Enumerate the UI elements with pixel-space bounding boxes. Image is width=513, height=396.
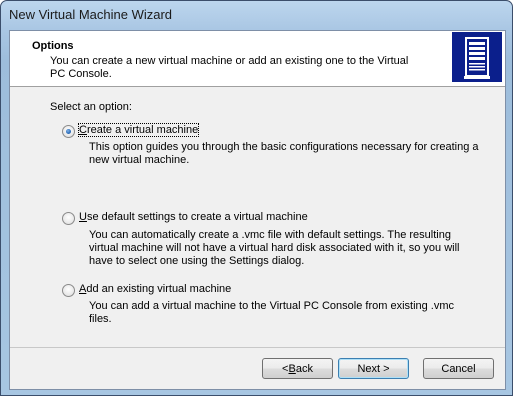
title-bar[interactable]: New Virtual Machine Wizard (1, 1, 512, 31)
resize-grip[interactable] (504, 387, 512, 395)
back-button[interactable]: < Back (262, 358, 333, 379)
window-title: New Virtual Machine Wizard (9, 7, 173, 22)
next-button[interactable]: Next > (338, 358, 409, 379)
radio-default-settings[interactable] (62, 212, 75, 225)
wizard-client-area: Options You can create a new virtual mac… (9, 30, 506, 390)
option-default-settings-label[interactable]: Use default settings to create a virtual… (79, 211, 308, 223)
wizard-body: Select an option: Create a virtual machi… (10, 87, 505, 347)
wizard-window: New Virtual Machine Wizard Options You c… (0, 0, 513, 396)
option-add-existing-label[interactable]: Add an existing virtual machine (79, 283, 231, 295)
server-tower-icon (452, 32, 502, 82)
radio-add-existing[interactable] (62, 284, 75, 297)
option-default-settings-description: You can automatically create a .vmc file… (89, 229, 460, 267)
select-option-prompt: Select an option: (50, 101, 132, 113)
wizard-footer: < Back Next > Cancel (10, 347, 505, 390)
page-title: Options (32, 40, 74, 52)
page-description: You can create a new virtual machine or … (50, 55, 409, 80)
option-add-existing-description: You can add a virtual machine to the Vir… (89, 300, 455, 325)
cancel-button[interactable]: Cancel (423, 358, 494, 379)
option-create-vm-label[interactable]: Create a virtual machine (77, 123, 200, 137)
radio-create-vm[interactable] (62, 125, 75, 138)
wizard-header: Options You can create a new virtual mac… (10, 31, 505, 87)
option-create-vm-description: This option guides you through the basic… (89, 141, 479, 166)
